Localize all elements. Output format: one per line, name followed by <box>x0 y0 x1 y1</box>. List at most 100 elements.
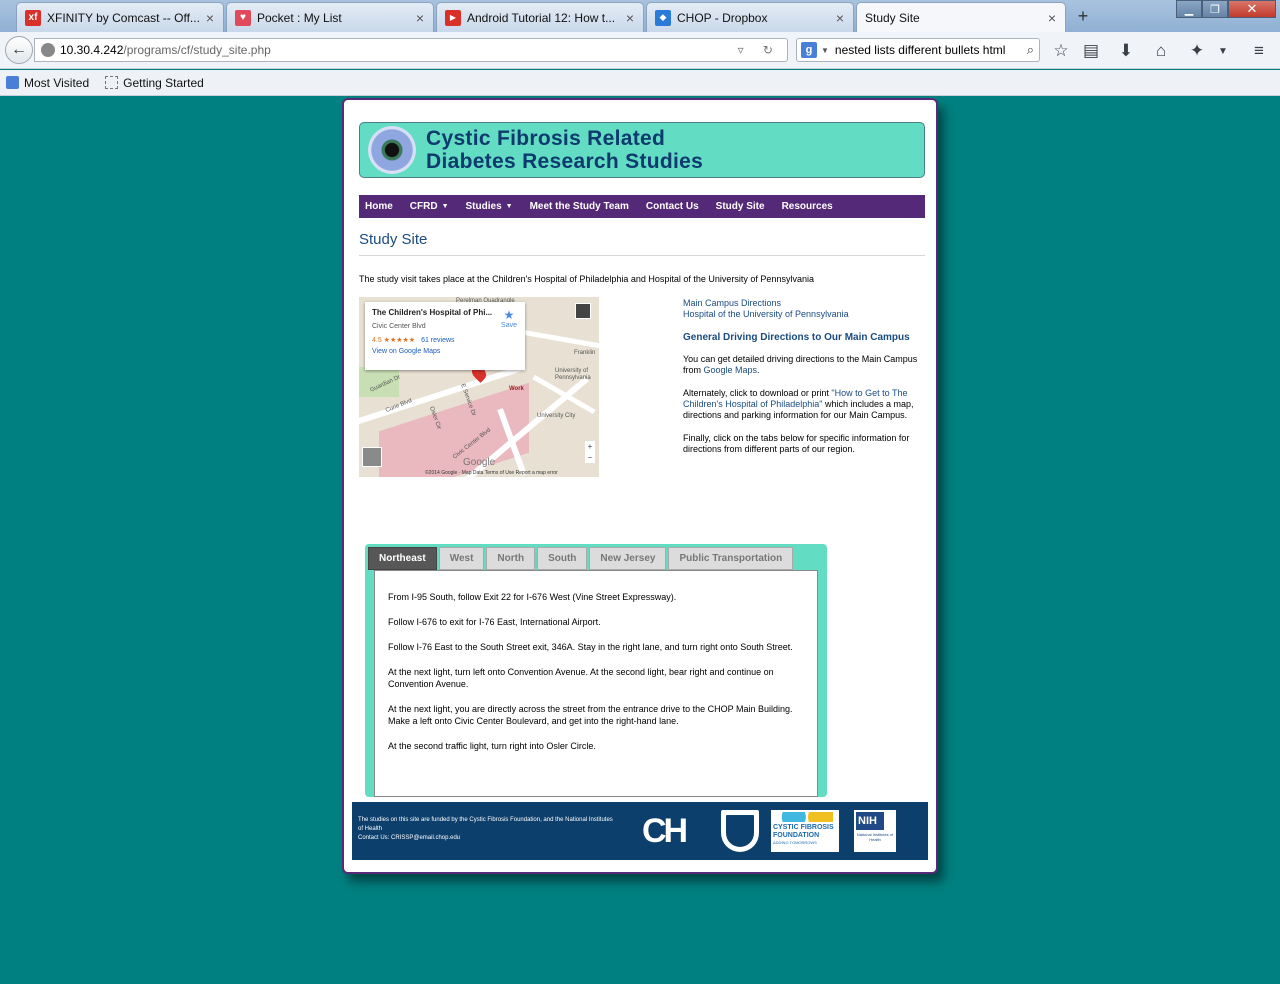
back-arrow-icon[interactable]: ← <box>5 36 33 64</box>
tab-south[interactable]: South <box>537 547 588 570</box>
tab-title: CHOP - Dropbox <box>677 10 768 25</box>
caret-down-icon: ▼ <box>441 203 449 210</box>
new-tab-icon[interactable]: + <box>1074 6 1092 27</box>
directions-heading: General Driving Directions to Our Main C… <box>683 332 910 343</box>
directions-paragraph: Alternately, click to download or print … <box>683 388 927 421</box>
nav-label: Meet the Study Team <box>529 201 629 212</box>
google-logo: Google <box>463 457 496 468</box>
direction-step: At the next light, turn left onto Conven… <box>388 667 774 689</box>
bookmark-getting-started[interactable]: Getting Started <box>105 76 204 90</box>
close-icon[interactable]: × <box>1045 10 1059 26</box>
tab-northeast[interactable]: Northeast <box>368 547 437 570</box>
browser-tab-xfinity[interactable]: xf XFINITY by Comcast -- Off... × <box>16 2 224 32</box>
close-icon[interactable]: × <box>203 10 217 26</box>
text: . <box>757 365 760 375</box>
hup-link[interactable]: Hospital of the University of Pennsylvan… <box>683 309 849 319</box>
save-label: Save <box>501 322 517 329</box>
bookmark-star-icon[interactable]: ☆ <box>1050 40 1072 62</box>
nav-study-site[interactable]: Study Site <box>716 201 765 212</box>
url-path: /programs/cf/study_site.php <box>123 43 271 57</box>
page-title: Study Site <box>359 231 428 248</box>
cff-line1: CYSTIC FIBROSIS <box>773 824 834 831</box>
tab-strip: Northeast West North South New Jersey Pu… <box>368 547 795 570</box>
place-street: Civic Center Blvd <box>372 323 426 330</box>
browser-tab-dropbox[interactable]: ◆ CHOP - Dropbox × <box>646 2 854 32</box>
reload-icon[interactable]: ▿ ↻ <box>738 43 781 57</box>
globe-icon <box>41 43 55 57</box>
tab-north[interactable]: North <box>486 547 536 570</box>
close-icon[interactable]: × <box>833 10 847 26</box>
nav-label: CFRD <box>409 201 438 212</box>
nav-home[interactable]: Home <box>365 201 393 212</box>
xfinity-icon: xf <box>25 9 41 26</box>
nav-meet-study-team[interactable]: Meet the Study Team <box>530 201 629 212</box>
page-container: Cystic Fibrosis Related Diabetes Researc… <box>342 98 938 874</box>
star-icon: ★ <box>503 308 515 322</box>
tab-title: Android Tutorial 12: How t... <box>467 10 616 25</box>
search-box[interactable]: g ▼ ⌕ <box>796 38 1040 62</box>
flower-logo-icon <box>368 126 416 174</box>
tab-new-jersey[interactable]: New Jersey <box>589 547 667 570</box>
nav-contact-us[interactable]: Contact Us <box>646 201 699 212</box>
chevron-down-icon[interactable]: ▼ <box>1212 40 1234 62</box>
chevron-down-icon[interactable]: ▼ <box>821 46 829 55</box>
tab-content: From I-95 South, follow Exit 22 for I-67… <box>374 570 818 797</box>
zoom-control[interactable]: + − <box>585 441 595 463</box>
nav-cfrd[interactable]: CFRD ▼ <box>410 201 449 212</box>
home-icon[interactable]: ⌂ <box>1150 40 1172 62</box>
extension-icon[interactable]: ✦ <box>1186 40 1208 62</box>
street-view-thumbnail[interactable] <box>362 447 382 467</box>
bookmark-folder-icon <box>6 76 19 89</box>
nav-studies[interactable]: Studies ▼ <box>466 201 513 212</box>
browser-tab-pocket[interactable]: ♥ Pocket : My List × <box>226 2 434 32</box>
main-campus-directions-link[interactable]: Main Campus Directions <box>683 298 781 308</box>
map-road <box>519 329 599 350</box>
penn-shield-logo[interactable] <box>721 810 759 852</box>
place-name: The Children's Hospital of Phi... <box>372 308 492 317</box>
menu-icon[interactable]: ≡ <box>1248 40 1270 62</box>
direction-step: Follow I-676 to exit for I-76 East, Inte… <box>388 617 601 627</box>
browser-nav-bar: ← 10.30.4.242/programs/cf/study_site.php… <box>0 32 1280 69</box>
caret-down-icon: ▼ <box>505 203 513 210</box>
close-icon[interactable]: × <box>623 10 637 26</box>
address-bar[interactable]: 10.30.4.242/programs/cf/study_site.php ▿… <box>34 38 788 62</box>
google-map[interactable]: Perelman Quadrangle Franklin University … <box>359 297 599 477</box>
nav-resources[interactable]: Resources <box>782 201 833 212</box>
nih-mark: NIH <box>856 812 884 830</box>
search-input[interactable] <box>834 43 1015 57</box>
bookmark-most-visited[interactable]: Most Visited <box>6 76 89 90</box>
directions-info: Main Campus Directions Hospital of the U… <box>683 298 927 467</box>
funding-text: The studies on this site are funded by t… <box>358 817 613 832</box>
text: Alternately, click to download or print <box>683 388 832 398</box>
cff-logo[interactable]: CYSTIC FIBROSIS FOUNDATION ADDING TOMORR… <box>771 810 839 852</box>
map-attribution: ©2014 Google · Map Data Terms of Use Rep… <box>425 470 558 476</box>
google-maps-link[interactable]: Google Maps <box>704 365 758 375</box>
tab-west[interactable]: West <box>438 547 485 570</box>
browser-tab-youtube[interactable]: ▶ Android Tutorial 12: How t... × <box>436 2 644 32</box>
save-button[interactable]: ★ Save <box>501 308 517 329</box>
contact-email[interactable]: Contact Us: CRISSP@email.chop.edu <box>358 834 618 843</box>
bookmark-label: Getting Started <box>123 75 204 90</box>
directions-paragraph: You can get detailed driving directions … <box>683 354 927 376</box>
minimize-icon[interactable]: ▁ <box>1176 0 1202 18</box>
site-footer: The studies on this site are funded by t… <box>352 802 928 860</box>
reviews-link[interactable]: 61 reviews <box>421 337 454 344</box>
maximize-icon[interactable]: ❐ <box>1202 0 1228 18</box>
google-icon: g <box>801 42 817 58</box>
close-icon[interactable]: × <box>413 10 427 26</box>
cff-logo-graphic <box>777 812 833 822</box>
window-close-icon[interactable]: ✕ <box>1228 0 1276 18</box>
avatar[interactable] <box>575 303 591 319</box>
dropbox-icon: ◆ <box>655 9 671 26</box>
bookmarks-bar: Most Visited Getting Started <box>0 70 1280 96</box>
search-icon[interactable]: ⌕ <box>1027 42 1034 58</box>
tab-public-transportation[interactable]: Public Transportation <box>668 547 794 570</box>
chop-logo[interactable]: CH <box>642 810 708 852</box>
download-icon[interactable]: ⬇ <box>1115 40 1137 62</box>
nih-logo[interactable]: NIH National Institutes of Health <box>854 810 896 852</box>
site-header-banner[interactable]: Cystic Fibrosis Related Diabetes Researc… <box>359 122 925 178</box>
view-on-google-maps-link[interactable]: View on Google Maps <box>372 348 518 355</box>
reading-list-icon[interactable]: ▤ <box>1080 40 1102 62</box>
browser-tab-study-site[interactable]: Study Site × <box>856 2 1066 33</box>
url-host: 10.30.4.242 <box>60 43 124 57</box>
